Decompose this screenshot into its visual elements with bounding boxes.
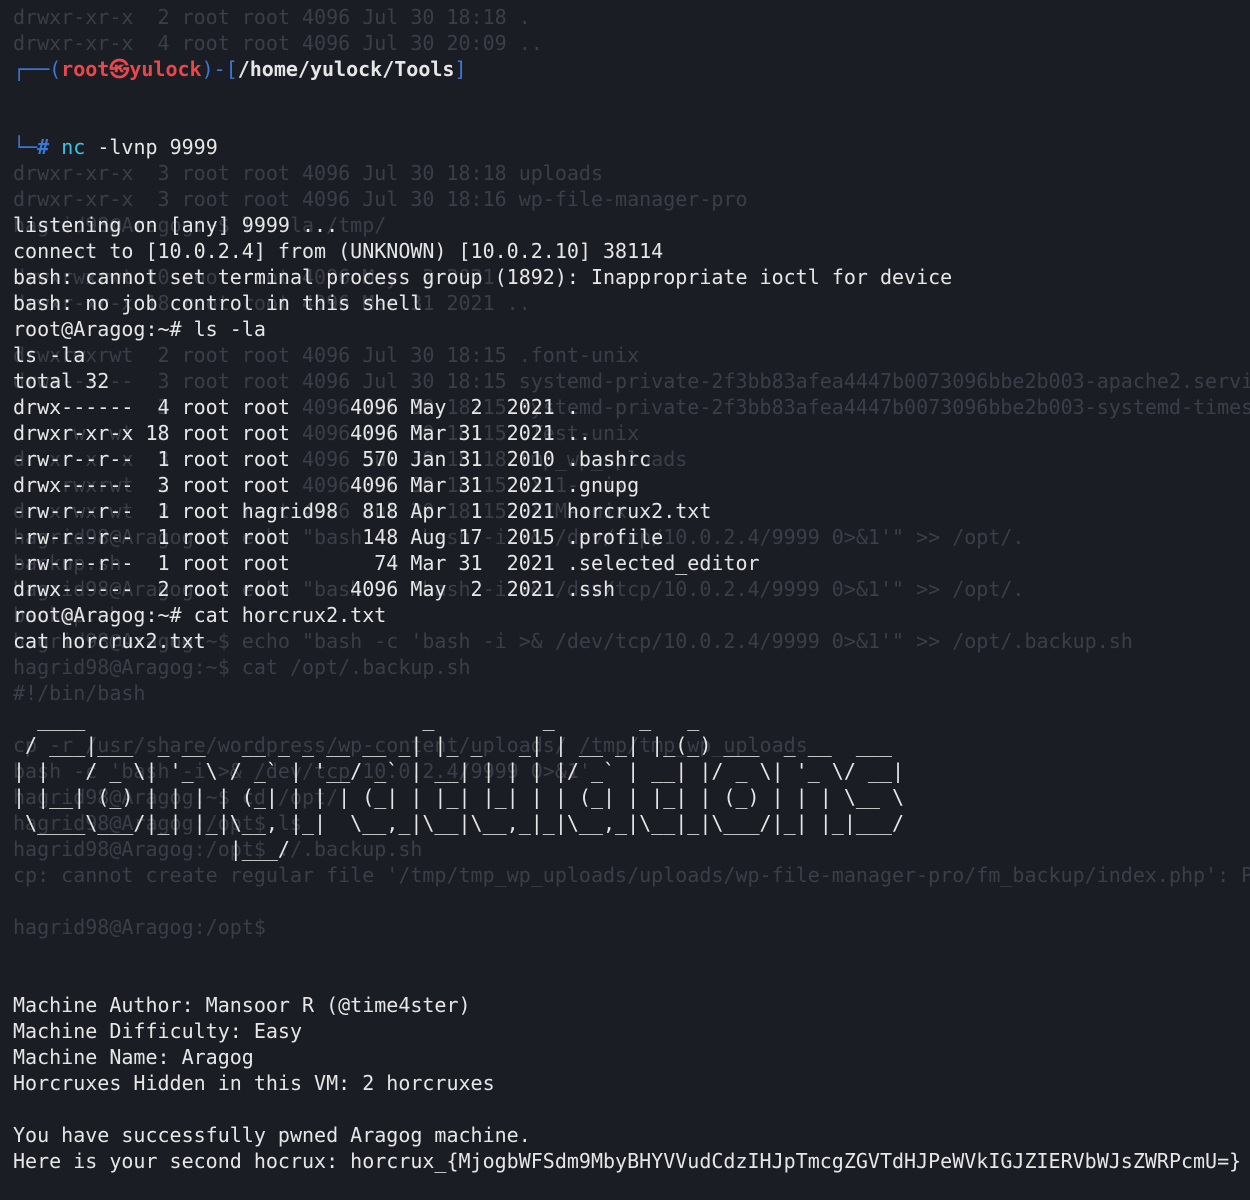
output-line: Machine Name: Aragog (13, 1045, 254, 1069)
output-line: total 32 (13, 369, 110, 393)
output-line: listening on [any] 9999 ... (13, 213, 339, 237)
output-line: connect to [10.0.2.4] from (UNKNOWN) [10… (13, 239, 664, 263)
output-line: Horcruxes Hidden in this VM: 2 horcruxes (13, 1071, 495, 1095)
machine-info-output: Machine Author: Mansoor R (@time4ster) Ma… (13, 992, 1250, 1174)
output-line: -rw-r--r-- 1 root root 148 Aug 17 2015 .… (13, 525, 664, 549)
output-line: Machine Author: Mansoor R (@time4ster) (13, 993, 471, 1017)
output-line: Machine Difficulty: Easy (13, 1019, 302, 1043)
output-line: drwxr-xr-x 18 root root 4096 Mar 31 2021… (13, 421, 591, 445)
output-line: -rw-r--r-- 1 root root 570 Jan 31 2010 .… (13, 447, 652, 471)
output-line: ls -la (13, 343, 86, 367)
output-line: drwx------ 2 root root 4096 May 2 2021 .… (13, 577, 616, 601)
prompt-line-1: ┌──(root㉿yulock)-[/home/yulock/Tools] (13, 56, 1250, 82)
output-line: bash: no job control in this shell (13, 291, 423, 315)
ascii-art-line: | | / _ \| '_ \ / _` | '__/ _` | __| | |… (13, 759, 905, 783)
prompt-path: /home/yulock/Tools (237, 57, 455, 81)
ascii-art-line: |___/ (13, 837, 917, 861)
output-line: drwx------ 3 root root 4096 Mar 31 2021 … (13, 473, 640, 497)
prompt-user: root㉿yulock (61, 57, 202, 81)
output-line: -rw-r--r-- 1 root root 74 Mar 31 2021 .s… (13, 551, 760, 575)
ascii-art-banner: ____ _ _ _ _ / ___|___ _ __ __ _ _ __ __… (13, 706, 1250, 862)
output-line: -rw-r--r-- 1 root hagrid98 818 Apr 1 202… (13, 499, 712, 523)
ascii-art-line: \____\___/|_| |_|\__, |_| \__,_|\__|\__,… (13, 811, 905, 835)
output-line: root@Aragog:~# cat horcrux2.txt (13, 603, 387, 627)
ascii-art-line: / ___|___ _ __ __ _ _ __ __ _| |_ _ _| |… (13, 733, 905, 757)
session-output: listening on [any] 9999 ... connect to [1… (13, 212, 1250, 654)
prompt-box-bottom: └─ (13, 135, 38, 159)
prompt-line-2: └─# nc -lvnp 9999 (13, 134, 1250, 160)
prompt-close: ] (454, 57, 467, 81)
command-args: -lvnp 9999 (85, 135, 218, 159)
output-line: root@Aragog:~# ls -la (13, 317, 266, 341)
output-line: You have successfully pwned Aragog machi… (13, 1123, 531, 1147)
prompt-hash: # (37, 135, 50, 159)
prompt-box-top: ┌──( (13, 57, 62, 81)
output-line: bash: cannot set terminal process group … (13, 265, 953, 289)
output-line: drwx------ 4 root root 4096 May 2 2021 . (13, 395, 579, 419)
terminal-output: ┌──(root㉿yulock)-[/home/yulock/Tools] └─… (13, 4, 1250, 1200)
command-name: nc (61, 135, 86, 159)
ascii-art-line: | |__| (_) | | | | (_| | | | (_| | |_| |… (13, 785, 905, 809)
output-line: cat horcrux2.txt (13, 629, 206, 653)
prompt-separator: )-[ (201, 57, 238, 81)
output-line: Here is your second hocrux: horcrux_{Mjo… (13, 1149, 1242, 1173)
ascii-art-line: ____ _ _ _ _ (13, 707, 905, 731)
